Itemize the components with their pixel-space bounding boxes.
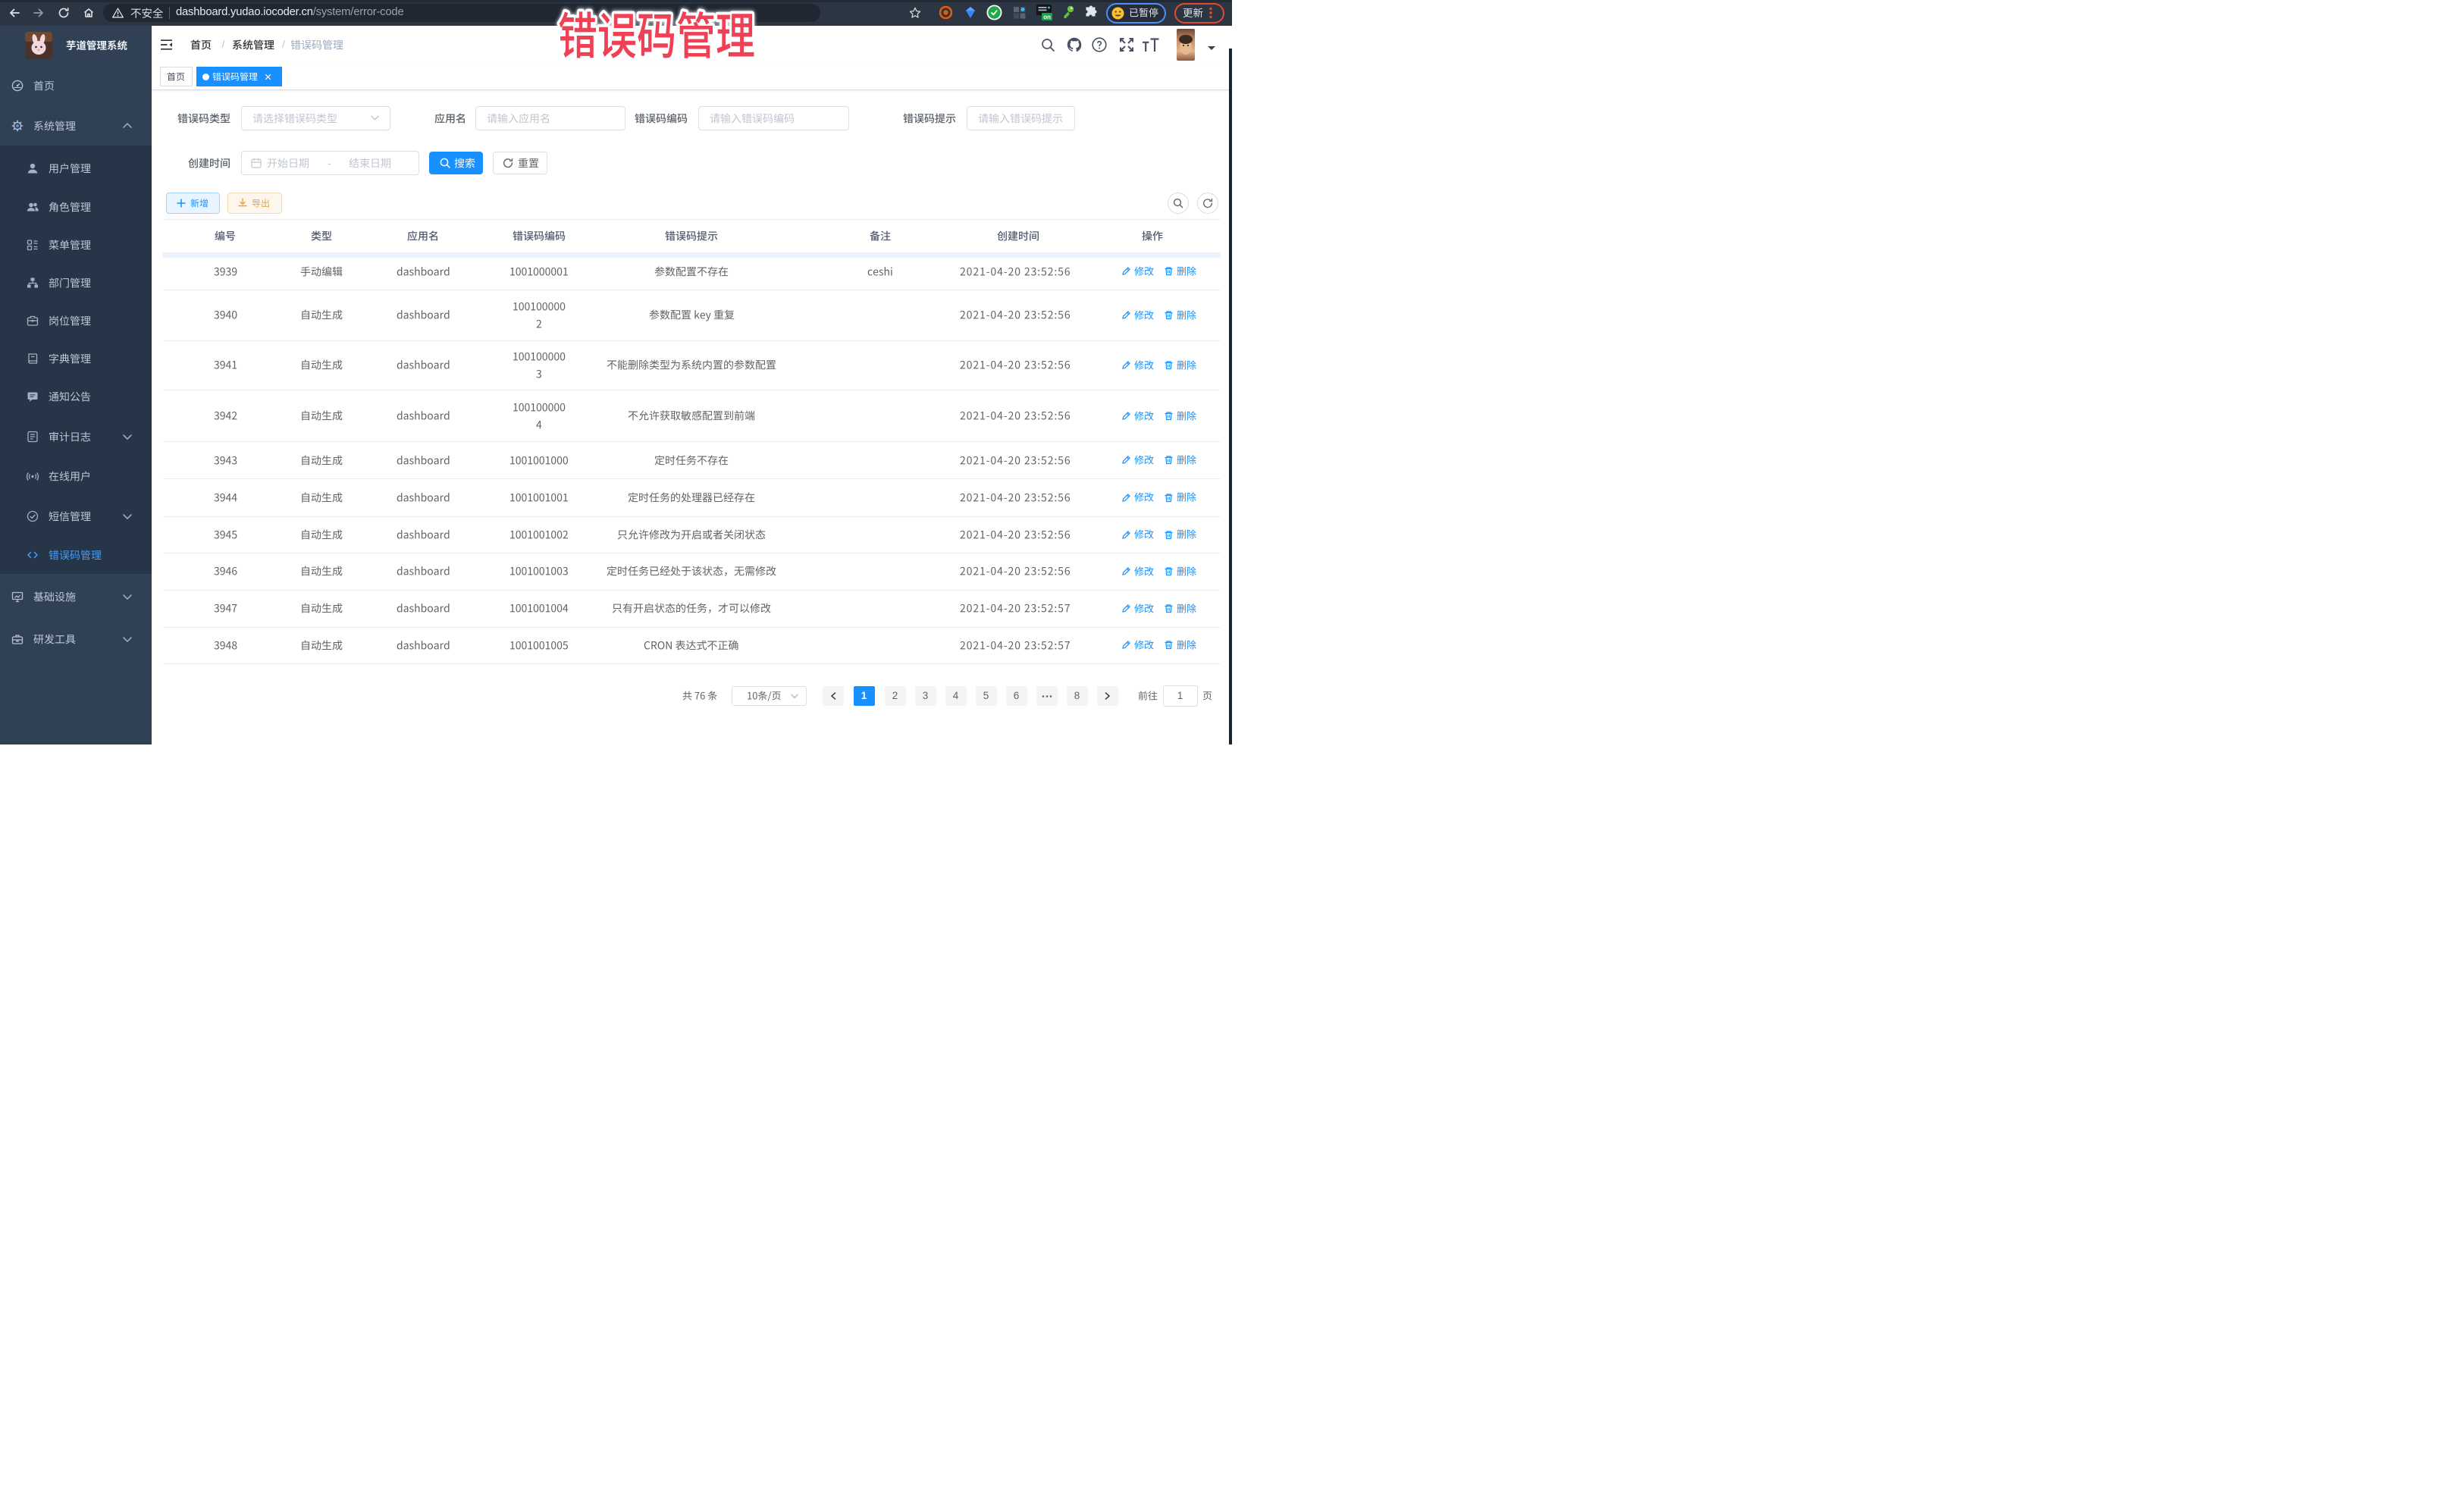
svg-text:on: on bbox=[1043, 14, 1051, 20]
